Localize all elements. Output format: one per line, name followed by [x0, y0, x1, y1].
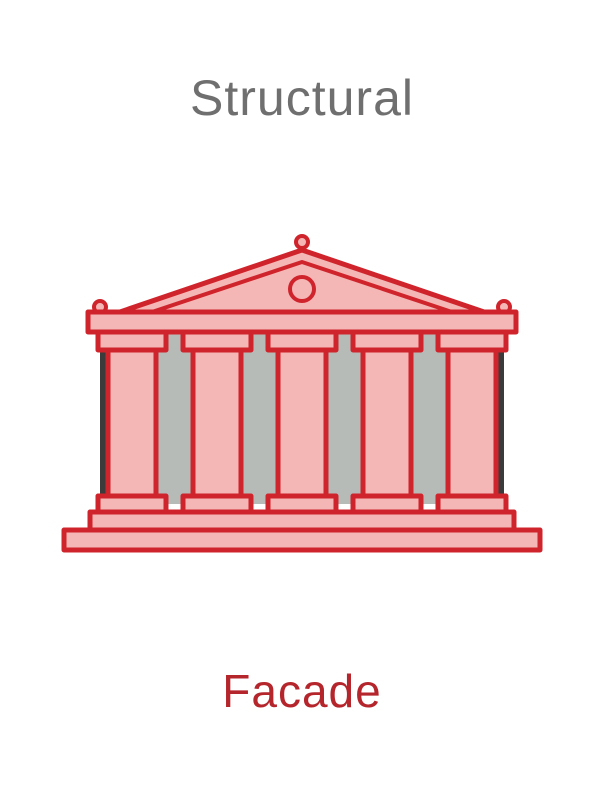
right-wall-shadow [498, 330, 504, 504]
column-shaft-4 [360, 347, 414, 503]
base-step-upper [87, 509, 517, 533]
column-shaft-1 [105, 347, 159, 503]
category-heading: Structural [190, 70, 414, 126]
entablature [85, 309, 519, 335]
column-capital-1 [95, 329, 169, 353]
base-step-lower [61, 527, 543, 553]
column-capital-2 [180, 329, 254, 353]
pediment-medallion [288, 275, 316, 303]
column-shaft-3 [275, 347, 329, 503]
left-wall-shadow [100, 330, 106, 504]
facade-icon [56, 228, 548, 562]
top-finial [294, 234, 310, 250]
column-capital-4 [350, 329, 424, 353]
category-card[interactable]: Structural Facade [0, 0, 604, 788]
category-label: Facade [222, 665, 382, 717]
column-shaft-2 [190, 347, 244, 503]
column-shaft-5 [445, 347, 499, 503]
column-capital-3 [265, 329, 339, 353]
column-capital-5 [435, 329, 509, 353]
